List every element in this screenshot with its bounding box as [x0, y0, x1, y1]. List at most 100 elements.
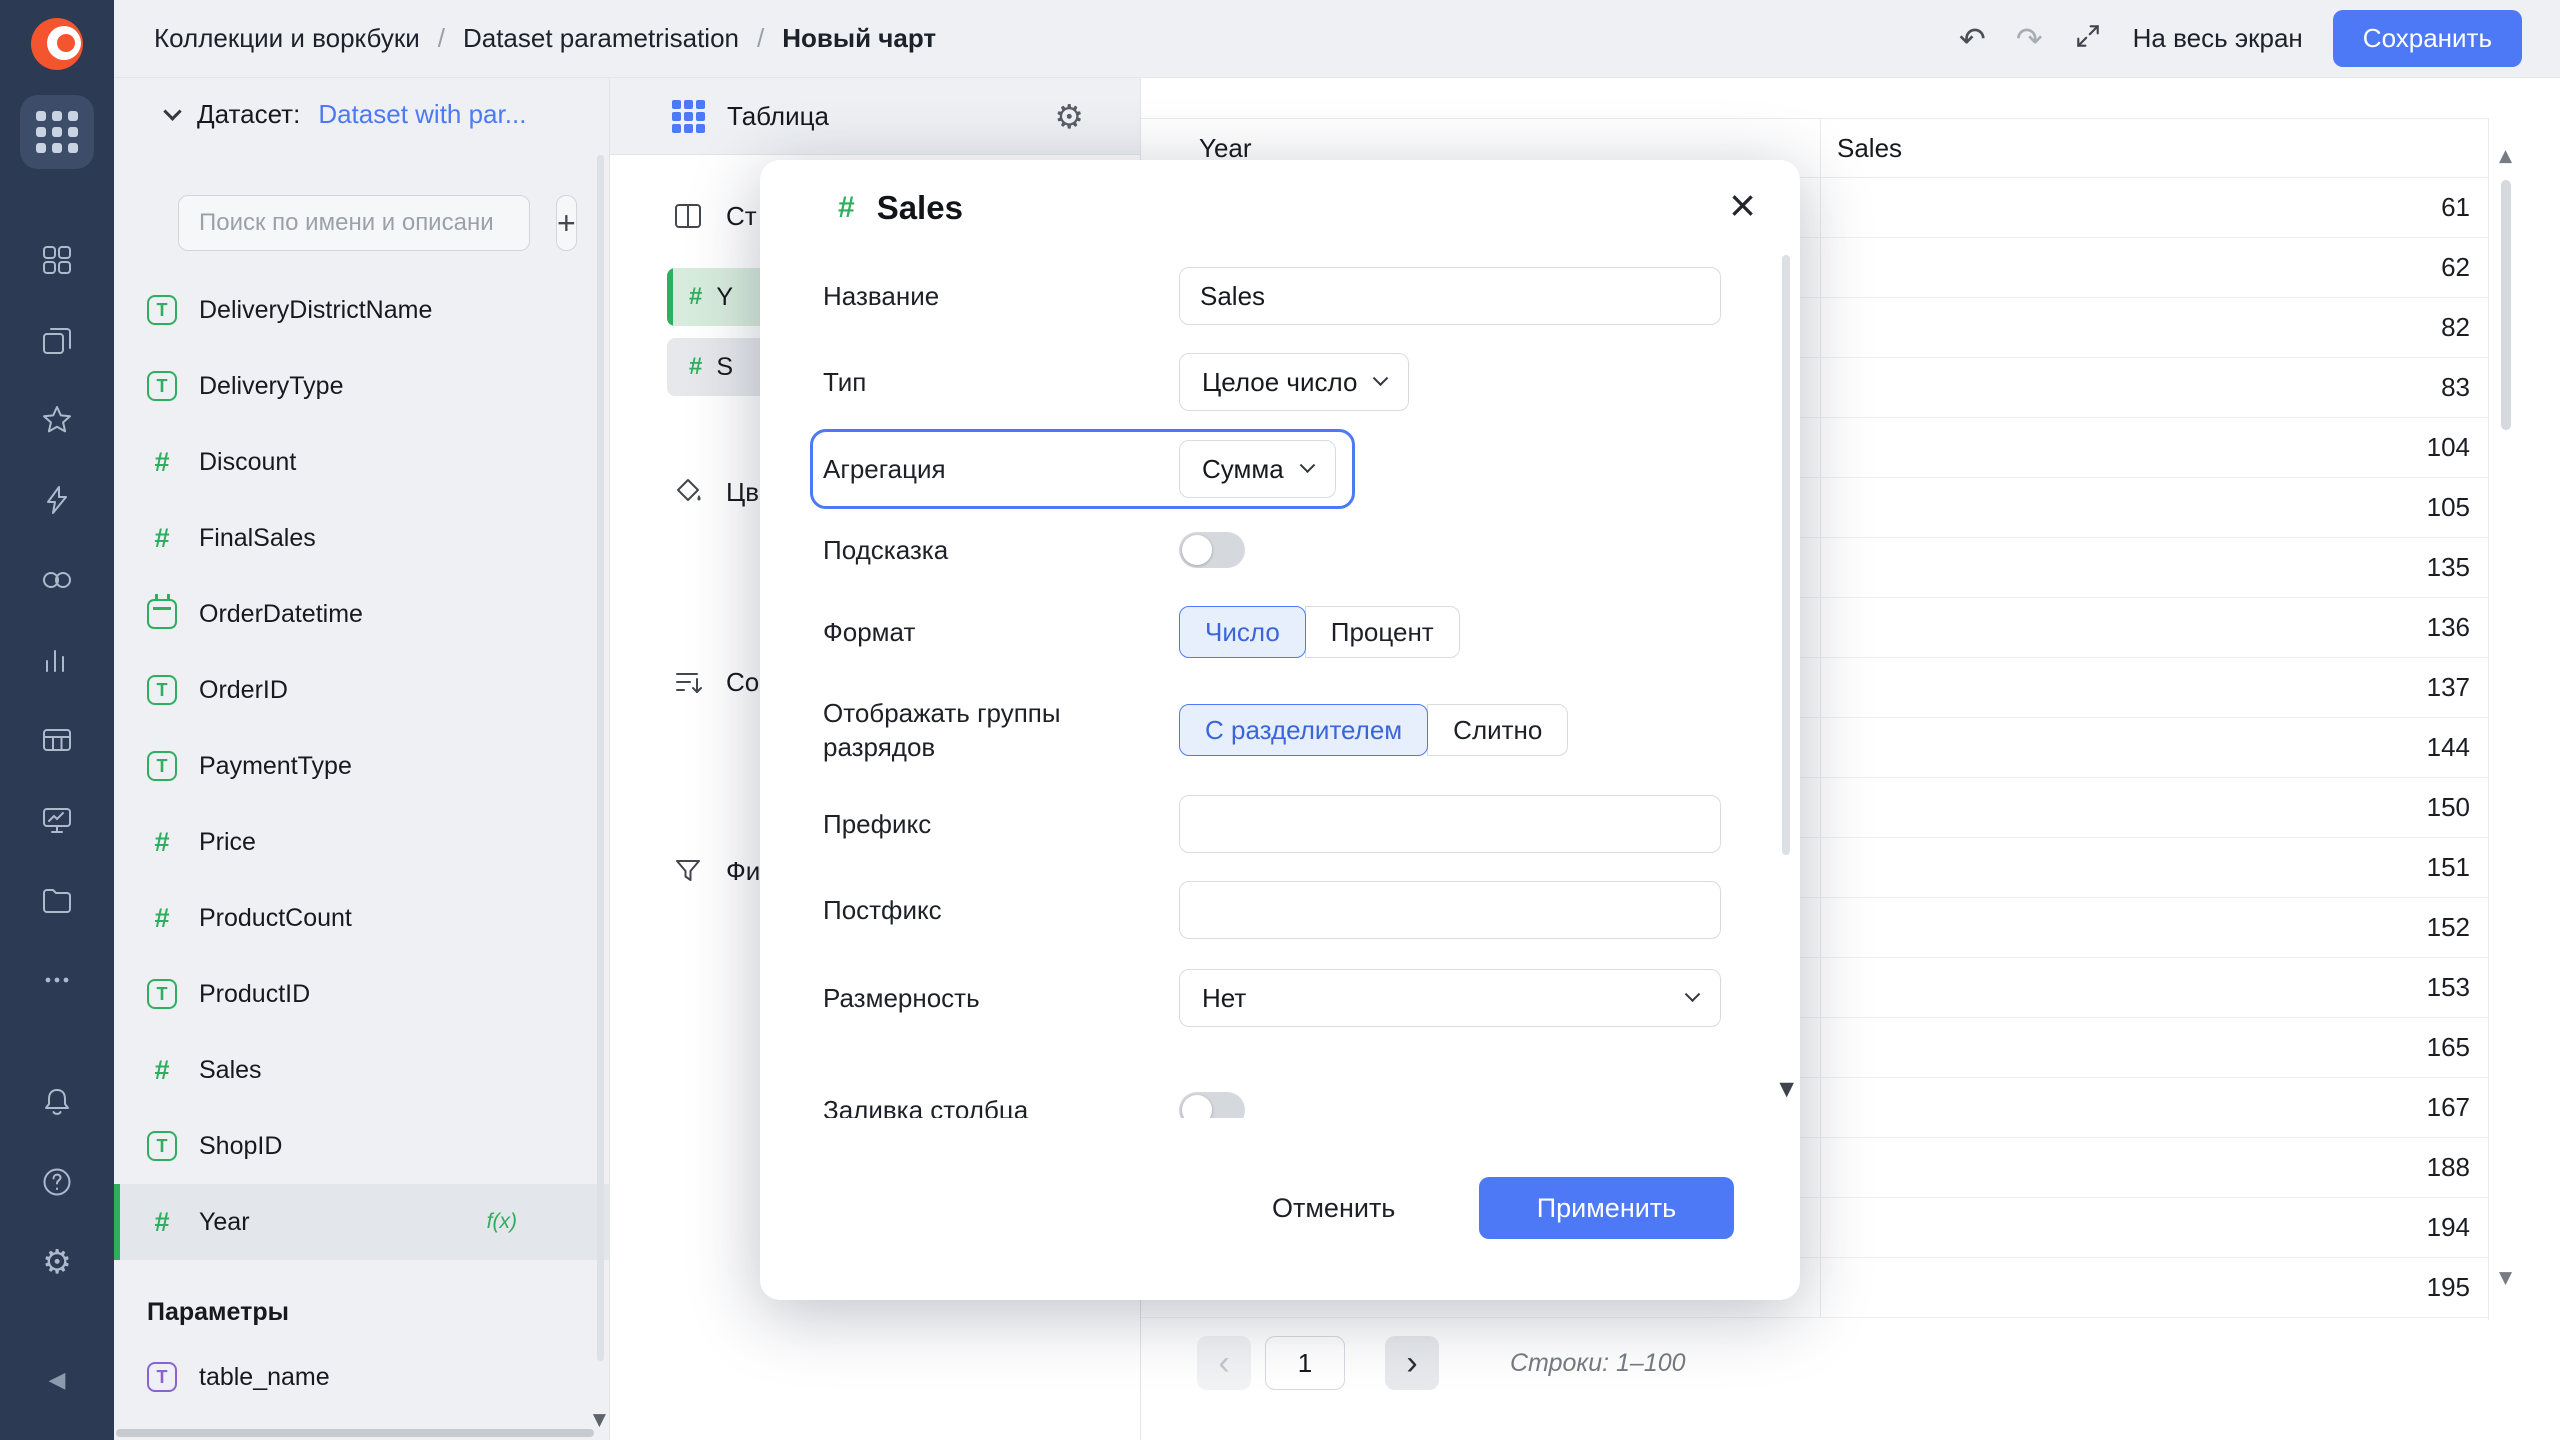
dialog-scrollbar[interactable] — [1782, 255, 1790, 855]
lightning-icon[interactable] — [40, 483, 74, 517]
star-icon[interactable] — [40, 403, 74, 437]
postfix-row: Постфикс — [823, 880, 1721, 940]
breadcrumb-item-workbook[interactable]: Dataset parametrisation — [463, 23, 739, 54]
format-option-number[interactable]: Число — [1179, 606, 1306, 658]
redo-icon[interactable]: ↷ — [2016, 23, 2043, 55]
squares-icon[interactable] — [40, 243, 74, 277]
type-select[interactable]: Целое число — [1179, 353, 1409, 411]
field-row[interactable]: TProductID — [114, 956, 609, 1032]
section-colors: Цв — [672, 476, 759, 508]
scroll-down-icon[interactable]: ▼ — [2499, 1268, 2512, 1288]
chevron-down-icon — [163, 102, 181, 120]
chart-type-label[interactable]: Таблица — [727, 101, 829, 132]
digit-groups-row: Отображать группы разрядов С разделителе… — [823, 692, 1721, 768]
field-row[interactable]: #ProductCount — [114, 880, 609, 956]
field-name: Year — [199, 1208, 250, 1237]
next-page-button[interactable]: › — [1385, 1336, 1439, 1390]
filter-funnel-icon — [672, 855, 704, 887]
tooltip-toggle[interactable] — [1179, 532, 1245, 568]
chart-settings-gear-icon[interactable]: ⚙ — [1054, 97, 1084, 136]
sort-icon — [672, 666, 704, 698]
dataset-fields-panel: Датасет: Dataset with par... + TDelivery… — [114, 78, 610, 1440]
page-input[interactable] — [1265, 1336, 1345, 1390]
fields-scrollbar[interactable] — [597, 155, 604, 1361]
dataset-label: Датасет: — [197, 99, 300, 130]
column-fill-toggle[interactable] — [1179, 1092, 1245, 1118]
fields-scroll-down-icon[interactable]: ▼ — [593, 1410, 606, 1430]
table-scrollbar[interactable]: ▲ ▼ — [2488, 118, 2560, 1320]
dialog-body: Название Тип Целое число Агрегация Сумма… — [760, 260, 1800, 1118]
dataset-name-link[interactable]: Dataset with par... — [318, 99, 526, 130]
field-row[interactable]: TDeliveryType — [114, 348, 609, 424]
folder-icon[interactable] — [40, 883, 74, 917]
sales-cell: 152 — [1820, 898, 2488, 957]
prev-page-button[interactable]: ‹ — [1197, 1336, 1251, 1390]
circles-icon[interactable] — [40, 563, 74, 597]
breadcrumb-item-collections[interactable]: Коллекции и воркбуки — [154, 23, 420, 54]
more-icon[interactable] — [40, 963, 74, 997]
datalens-logo[interactable] — [31, 18, 83, 70]
name-label: Название — [823, 279, 1179, 313]
collapse-rail-button[interactable]: ◀ — [49, 1364, 66, 1398]
chip-label: S — [716, 353, 733, 382]
field-row[interactable]: OrderDatetime — [114, 576, 609, 652]
layers-icon[interactable] — [40, 323, 74, 357]
parameter-row[interactable]: Ttable_name — [114, 1339, 609, 1415]
field-row[interactable]: #Discount — [114, 424, 609, 500]
field-row[interactable]: TDeliveryDistrictName — [114, 272, 609, 348]
expand-icon[interactable] — [2073, 21, 2103, 56]
app-rail: ⚙ ◀ — [0, 0, 114, 1440]
section-filters: Фи — [672, 855, 760, 887]
field-row[interactable]: TPaymentType — [114, 728, 609, 804]
field-name: Discount — [199, 448, 296, 477]
section-sort: Со — [672, 666, 759, 698]
parameter-list: Ttable_name — [114, 1339, 609, 1415]
save-button[interactable]: Сохранить — [2333, 10, 2522, 67]
aggregation-select[interactable]: Сумма — [1179, 440, 1336, 498]
field-row-year[interactable]: #Yearf(x) — [114, 1184, 609, 1260]
number-type-icon: # — [689, 283, 702, 311]
field-list: TDeliveryDistrictName TDeliveryType #Dis… — [114, 272, 609, 1260]
field-row[interactable]: #Price — [114, 804, 609, 880]
apps-grid-button[interactable] — [20, 95, 94, 169]
settings-icon[interactable]: ⚙ — [42, 1245, 72, 1279]
field-search-input[interactable] — [178, 195, 530, 251]
cancel-button[interactable]: Отменить — [1272, 1177, 1395, 1239]
fullscreen-button[interactable]: На весь экран — [2133, 23, 2303, 54]
chart-type-icon[interactable] — [672, 100, 705, 133]
sales-cell: 195 — [1820, 1258, 2488, 1317]
digit-groups-option-plain[interactable]: Слитно — [1427, 704, 1568, 756]
prefix-input[interactable] — [1179, 795, 1721, 853]
dimension-select[interactable]: Нет — [1179, 969, 1721, 1027]
field-row[interactable]: #FinalSales — [114, 500, 609, 576]
name-input[interactable] — [1179, 267, 1721, 325]
digit-groups-option-separator[interactable]: С разделителем — [1179, 704, 1428, 756]
format-option-percent[interactable]: Процент — [1305, 606, 1460, 658]
bar-chart-icon[interactable] — [40, 643, 74, 677]
fields-horizontal-scrollbar[interactable] — [116, 1429, 594, 1437]
chevron-down-icon — [1373, 370, 1389, 386]
field-row[interactable]: TOrderID — [114, 652, 609, 728]
dialog-scroll-down-icon[interactable]: ▼ — [1779, 1078, 1794, 1100]
field-name: DeliveryType — [199, 372, 344, 401]
rail-nav — [40, 243, 74, 997]
add-field-button[interactable]: + — [556, 195, 577, 251]
bell-icon[interactable] — [40, 1085, 74, 1119]
monitor-icon[interactable] — [40, 803, 74, 837]
dimension-row: Размерность Нет — [823, 968, 1721, 1028]
close-icon[interactable]: × — [1729, 182, 1756, 228]
help-icon[interactable] — [40, 1165, 74, 1199]
apply-button[interactable]: Применить — [1479, 1177, 1734, 1239]
column-fill-row: Заливка столбца — [823, 1080, 1721, 1118]
undo-icon[interactable]: ↶ — [1959, 23, 1986, 55]
number-type-icon: # — [689, 353, 702, 381]
scrollbar-thumb[interactable] — [2501, 180, 2511, 430]
dataset-selector[interactable]: Датасет: Dataset with par... — [114, 78, 609, 150]
field-row[interactable]: #Sales — [114, 1032, 609, 1108]
field-name: PaymentType — [199, 752, 352, 781]
scroll-up-icon[interactable]: ▲ — [2499, 146, 2512, 166]
table-icon[interactable] — [40, 723, 74, 757]
postfix-input[interactable] — [1179, 881, 1721, 939]
digit-groups-label: Отображать группы разрядов — [823, 696, 1179, 764]
field-row[interactable]: TShopID — [114, 1108, 609, 1184]
